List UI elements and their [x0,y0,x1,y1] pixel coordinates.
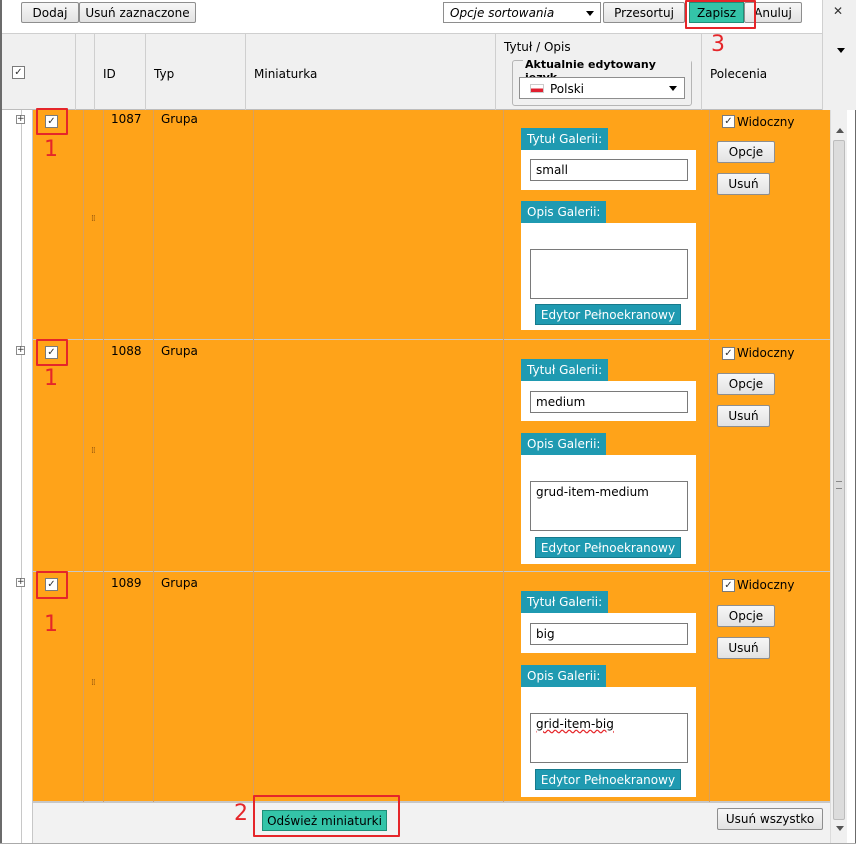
poland-flag-icon [530,84,544,93]
row-type: Grupa [161,576,198,590]
title-tab[interactable]: Tytuł Galerii: [521,128,609,150]
dropdown-arrow-icon[interactable] [837,48,845,53]
header-thumbnail-cell[interactable]: Miniaturka [246,34,496,111]
row-id: 1089 [111,576,142,590]
close-icon[interactable]: ✕ [833,4,843,18]
row-type: Grupa [161,112,198,126]
title-tab[interactable]: Tytuł Galerii: [521,359,609,381]
header-title-desc-cell: Tytuł / Opis Aktualnie edytowany język P… [496,34,702,111]
annotation-box [36,339,68,366]
drag-handle-icon[interactable]: ⁞⁞ [91,447,96,460]
chevron-down-icon [586,11,594,16]
header-select-cell: ✓ [2,34,76,111]
column-divider [103,110,104,843]
visible-checkbox[interactable]: ✓ [722,347,735,360]
description-textarea[interactable]: grid-item-big [530,713,688,763]
language-select-value: Polski [550,82,585,96]
annotation-box [36,108,68,135]
language-select[interactable]: Polski [519,77,685,99]
options-button[interactable]: Opcje [717,605,775,627]
remove-button[interactable]: Usuń [717,405,770,427]
header-drag-cell [76,34,95,111]
expand-icon[interactable]: + [16,346,25,355]
description-textarea[interactable] [530,249,688,299]
visible-label: Widoczny [737,115,795,129]
resort-button[interactable]: Przesortuj [603,2,685,23]
column-divider [153,110,154,843]
scroll-up-icon[interactable] [836,128,844,133]
title-input[interactable]: big [530,623,688,645]
annotation-box [253,795,400,837]
header-type-cell[interactable]: Typ [146,34,246,111]
header-title-desc: Tytuł / Opis [504,40,571,54]
grip-icon [836,481,842,489]
header-type: Typ [154,67,175,81]
header-id: ID [103,67,116,81]
tree-line [21,110,22,843]
description-textarea[interactable]: grud-item-medium [530,481,688,531]
annotation-box [685,0,756,29]
tree-gutter [2,110,33,843]
window-bottom-border [0,843,856,853]
annotation-number: 3 [711,32,725,57]
grid-header: ✓ ID Typ Miniaturka Tytuł / Opis Aktualn… [2,33,822,111]
window-chrome-right: ✕ [822,0,856,110]
options-button[interactable]: Opcje [717,373,775,395]
expand-icon[interactable]: + [16,115,25,124]
column-divider [709,110,710,843]
fullscreen-editor-button[interactable]: Edytor Pełnoekranowy [535,769,681,790]
visible-label: Widoczny [737,578,795,592]
drag-handle-icon[interactable]: ⁞⁞ [91,215,96,228]
annotation-number: 1 [44,366,58,391]
row-id: 1088 [111,344,142,358]
visible-checkbox[interactable]: ✓ [722,115,735,128]
remove-button[interactable]: Usuń [717,637,770,659]
visible-checkbox[interactable]: ✓ [722,579,735,592]
language-group: Aktualnie edytowany język Polski [512,58,692,106]
vertical-scrollbar[interactable] [830,110,847,843]
remove-all-button[interactable]: Usuń wszystko [717,808,823,830]
sort-options-select[interactable]: Opcje sortowania [443,2,601,23]
fullscreen-editor-button[interactable]: Edytor Pełnoekranowy [535,304,681,325]
description-tab[interactable]: Opis Galerii: [521,201,607,223]
select-all-checkbox[interactable]: ✓ [12,66,25,79]
header-thumbnail: Miniaturka [254,67,318,81]
annotation-number: 1 [44,137,58,162]
title-tab[interactable]: Tytuł Galerii: [521,591,609,613]
annotation-number: 2 [234,801,248,826]
sort-options-label: Opcje sortowania [450,5,555,20]
chevron-down-icon [669,86,677,91]
column-divider [503,110,504,843]
header-id-cell[interactable]: ID [95,34,146,111]
add-button[interactable]: Dodaj [21,2,79,23]
column-divider [253,110,254,843]
drag-handle-icon[interactable]: ⁞⁞ [91,679,96,692]
options-button[interactable]: Opcje [717,141,775,163]
header-commands: Polecenia [710,67,768,81]
remove-selected-button[interactable]: Usuń zaznaczone [79,2,196,23]
scroll-down-icon[interactable] [836,826,844,831]
title-input[interactable]: small [530,159,688,181]
row-id: 1087 [111,112,142,126]
description-tab[interactable]: Opis Galerii: [521,665,607,687]
row-type: Grupa [161,344,198,358]
scrollbar-thumb[interactable] [833,140,845,820]
grid-footer: Odśwież miniaturki Usuń wszystko [33,802,830,843]
visible-label: Widoczny [737,346,795,360]
title-input[interactable]: medium [530,391,688,413]
column-divider [83,110,84,843]
fullscreen-editor-button[interactable]: Edytor Pełnoekranowy [535,537,681,558]
remove-button[interactable]: Usuń [717,173,770,195]
annotation-number: 1 [44,612,58,637]
expand-icon[interactable]: + [16,578,25,587]
description-tab[interactable]: Opis Galerii: [521,433,607,455]
annotation-box [36,571,68,599]
